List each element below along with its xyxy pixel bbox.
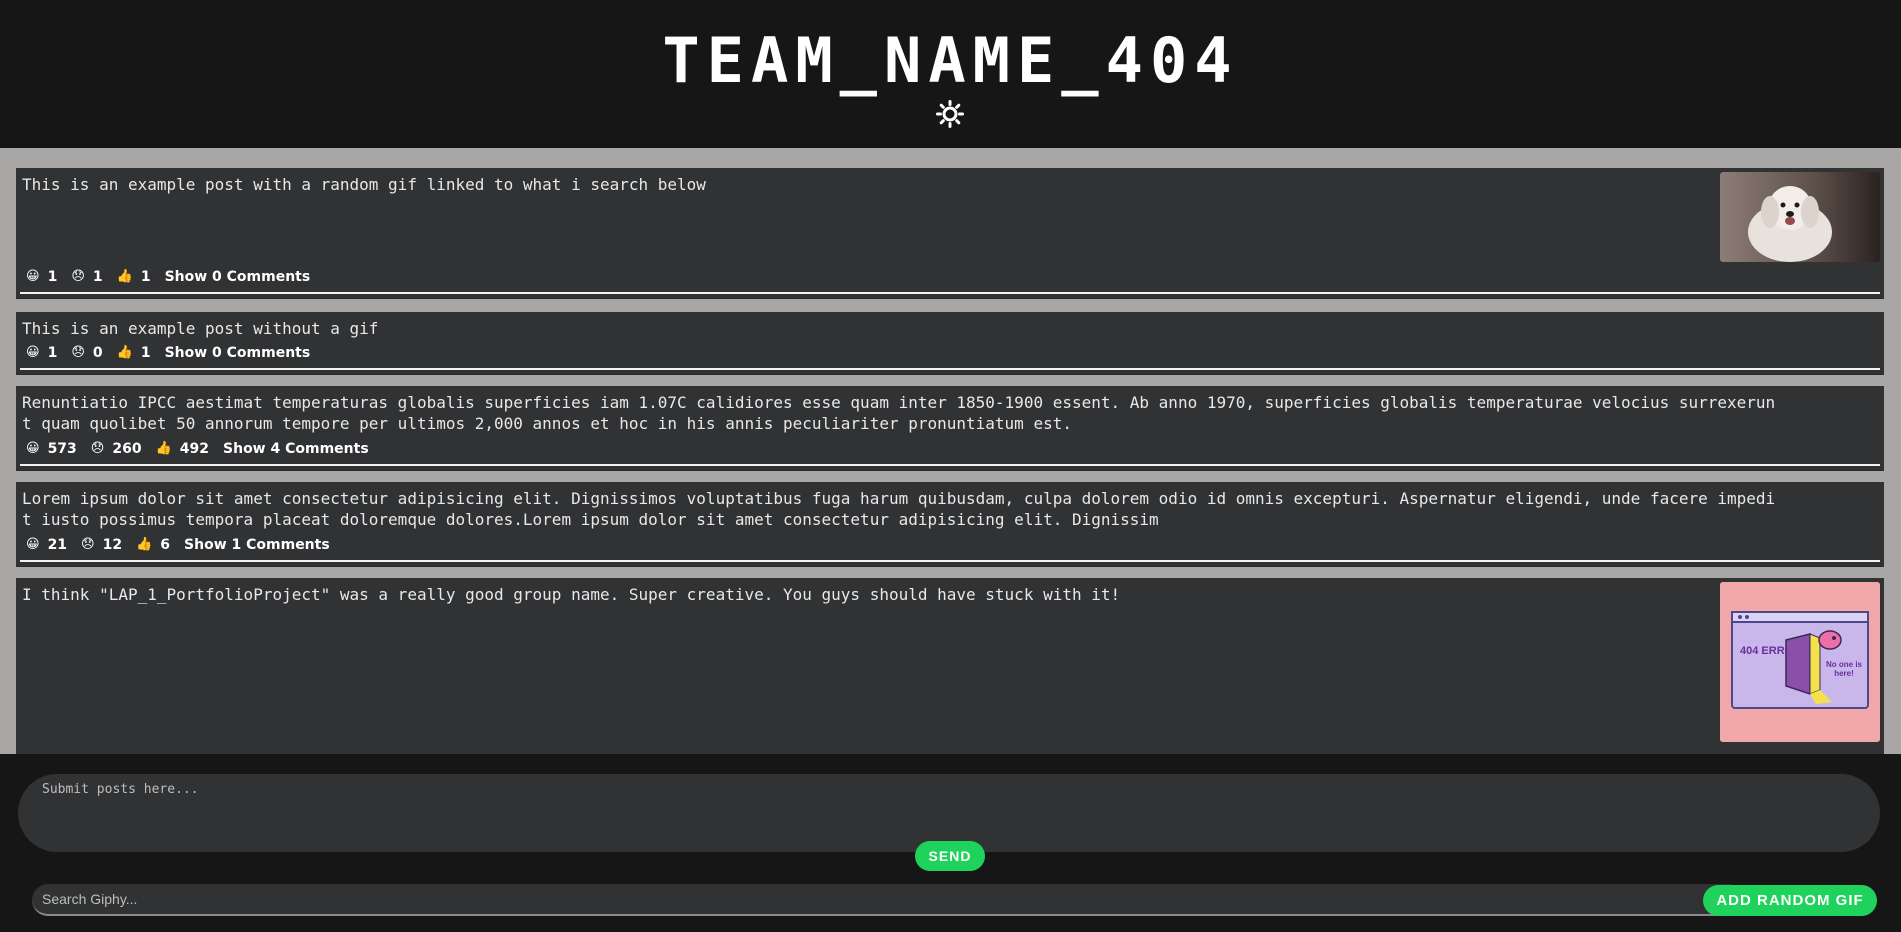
smile-emoji-icon: 😀 [26, 269, 40, 284]
post-card: This is an example post without a gif 😀 … [16, 312, 1884, 375]
site-header: TEAM_NAME_404 [0, 0, 1901, 148]
smile-emoji-icon: 😀 [26, 537, 40, 552]
puppy-gif [1720, 172, 1880, 262]
thumbs-up-icon: 👍 [136, 537, 153, 552]
happy-reaction-button[interactable]: 😀 1 [26, 269, 57, 285]
thumbs-count: 1 [140, 269, 151, 285]
post-card: I think "LAP_1_PortfolioProject" was a r… [16, 578, 1884, 754]
post-card: This is an example post with a random gi… [16, 168, 1884, 299]
happy-reaction-button[interactable]: 😀 1 [26, 345, 57, 361]
thumbs-up-icon: 👍 [155, 441, 172, 456]
post-divider [20, 368, 1880, 370]
sad-emoji-icon: 😞 [81, 537, 95, 552]
post-feed[interactable]: This is an example post with a random gi… [0, 148, 1901, 754]
reaction-bar: 😀 573 😞 260 👍 492 Show 4 Comments [26, 439, 369, 459]
smile-emoji-icon: 😀 [26, 441, 40, 456]
happy-count: 1 [47, 269, 58, 285]
thumbs-up-reaction-button[interactable]: 👍 492 [156, 441, 209, 457]
thumbs-count: 6 [160, 537, 171, 553]
add-random-gif-button[interactable]: ADD RANDOM GIF [1703, 885, 1877, 916]
reaction-bar: 😀 1 😞 0 👍 1 Show 0 Comments [26, 343, 310, 363]
post-divider [20, 464, 1880, 466]
sad-emoji-icon: 😞 [90, 441, 105, 456]
404-error-gif: 404 ERROR! No one is here! [1720, 582, 1880, 742]
thumbs-up-reaction-button[interactable]: 👍 1 [117, 269, 151, 285]
sad-count: 1 [92, 269, 103, 285]
send-button[interactable]: SEND [915, 841, 985, 871]
reaction-bar: 😀 1 😞 1 👍 1 Show 0 Comments [26, 267, 310, 287]
post-text: This is an example post without a gif [22, 319, 379, 338]
sad-emoji-icon: 😞 [71, 269, 85, 284]
sad-emoji-icon: 😞 [71, 345, 85, 360]
thumbs-count: 492 [179, 441, 210, 457]
happy-count: 1 [47, 345, 58, 361]
sad-count: 0 [92, 345, 103, 361]
post-divider [20, 560, 1880, 562]
sad-reaction-button[interactable]: 😞 260 [91, 441, 142, 457]
site-title: TEAM_NAME_404 [662, 24, 1239, 97]
post-text: Lorem ipsum dolor sit amet consectetur a… [22, 489, 1776, 529]
post-card: Renuntiatio IPCC aestimat temperaturas g… [16, 386, 1884, 471]
sad-count: 12 [102, 537, 123, 553]
post-text: I think "LAP_1_PortfolioProject" was a r… [22, 585, 1121, 604]
show-comments-button[interactable]: Show 4 Comments [223, 441, 369, 457]
happy-count: 573 [47, 441, 77, 457]
sun-icon[interactable] [936, 100, 964, 128]
happy-count: 21 [47, 537, 68, 553]
show-comments-button[interactable]: Show 0 Comments [165, 345, 311, 361]
thumbs-up-icon: 👍 [116, 269, 133, 284]
thumbs-count: 1 [140, 345, 151, 361]
reaction-bar: 😀 21 😞 12 👍 6 Show 1 Comments [26, 535, 330, 555]
happy-reaction-button[interactable]: 😀 21 [26, 537, 67, 553]
thumbs-up-reaction-button[interactable]: 👍 1 [117, 345, 151, 361]
post-divider [20, 292, 1880, 294]
sad-reaction-button[interactable]: 😞 1 [71, 269, 102, 285]
happy-reaction-button[interactable]: 😀 573 [26, 441, 77, 457]
sad-count: 260 [112, 441, 142, 457]
sad-reaction-button[interactable]: 😞 12 [81, 537, 122, 553]
post-text: This is an example post with a random gi… [22, 175, 706, 194]
thumbs-up-icon: 👍 [116, 345, 133, 360]
show-comments-button[interactable]: Show 1 Comments [184, 537, 330, 553]
post-text: Renuntiatio IPCC aestimat temperaturas g… [22, 393, 1776, 433]
smile-emoji-icon: 😀 [26, 345, 40, 360]
thumbs-up-reaction-button[interactable]: 👍 6 [136, 537, 170, 553]
show-comments-button[interactable]: Show 0 Comments [165, 269, 311, 285]
no-one-note: No one is here! [1825, 660, 1862, 678]
giphy-search-input[interactable] [32, 884, 1732, 916]
composer-panel: SEND ADD RANDOM GIF [0, 754, 1901, 932]
post-card: Lorem ipsum dolor sit amet consectetur a… [16, 482, 1884, 567]
sad-reaction-button[interactable]: 😞 0 [71, 345, 102, 361]
